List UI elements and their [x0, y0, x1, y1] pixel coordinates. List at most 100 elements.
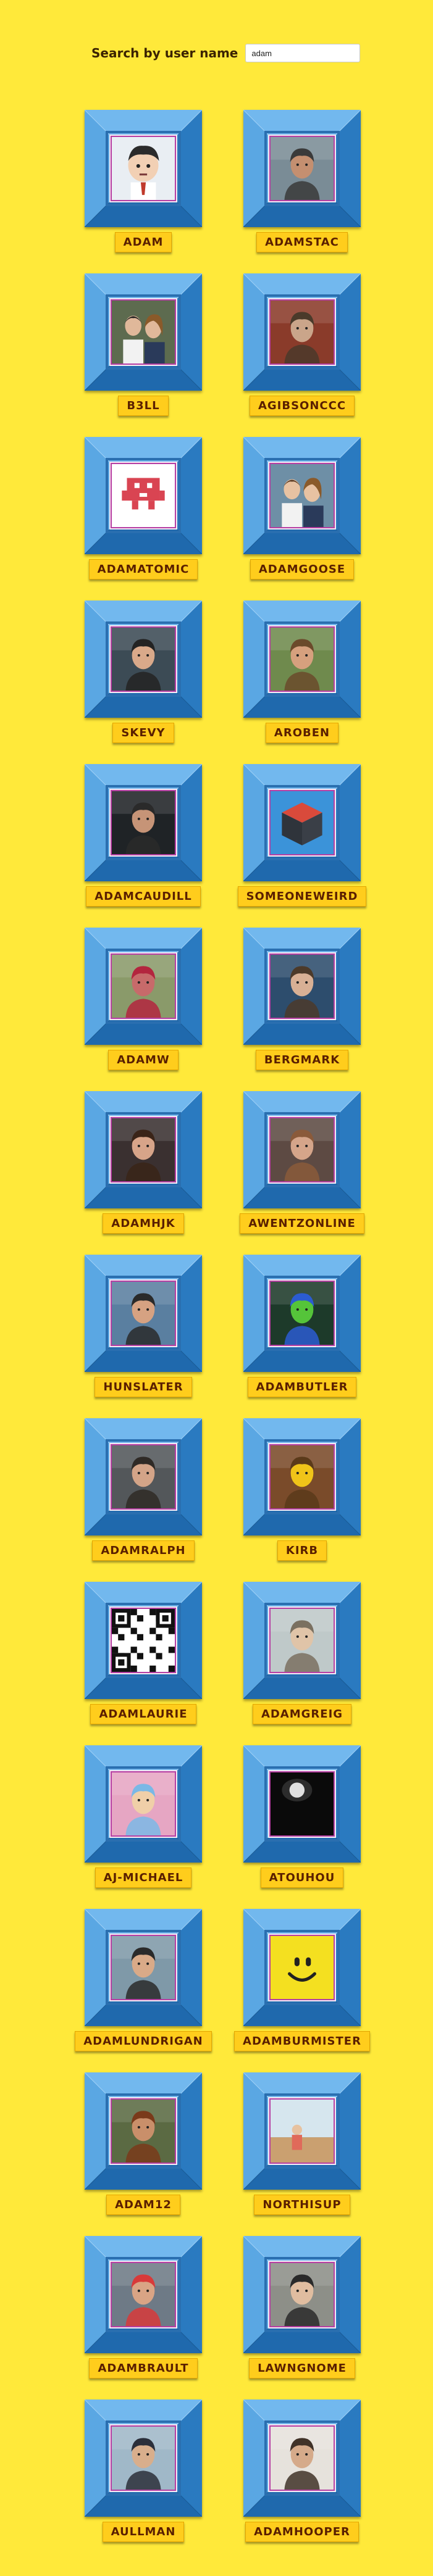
- user-name-label[interactable]: ADAMCAUDILL: [86, 886, 201, 907]
- user-avatar[interactable]: [269, 1771, 335, 1837]
- user-card[interactable]: SOMEONEWEIRD: [233, 764, 375, 928]
- user-card[interactable]: ADAM: [74, 110, 216, 273]
- user-avatar[interactable]: [111, 136, 176, 201]
- user-name-label[interactable]: ADAMHOOPER: [245, 2522, 359, 2542]
- user-avatar[interactable]: [269, 136, 335, 201]
- user-name-label[interactable]: SOMEONEWEIRD: [237, 886, 367, 907]
- user-avatar[interactable]: [111, 1444, 176, 1510]
- user-card[interactable]: ADAMRALPH: [74, 1418, 216, 1582]
- user-avatar[interactable]: [269, 954, 335, 1019]
- user-name-label[interactable]: ADAMATOMIC: [88, 559, 198, 580]
- user-card[interactable]: ADAMLAURIE: [74, 1582, 216, 1745]
- user-name-label[interactable]: AROBEN: [265, 723, 339, 743]
- user-card[interactable]: ADAMBRAULT: [74, 2236, 216, 2399]
- user-card[interactable]: ADAMATOMIC: [74, 437, 216, 600]
- user-name-label[interactable]: AGIBSONCCC: [249, 396, 355, 416]
- name-tag-container: ADAM: [74, 232, 212, 252]
- search-input[interactable]: [245, 44, 361, 62]
- user-name-label[interactable]: ADAMW: [108, 1050, 179, 1070]
- user-name-label[interactable]: ADAMRALPH: [92, 1540, 195, 1561]
- user-name-label[interactable]: ADAMBRAULT: [89, 2358, 198, 2379]
- user-card[interactable]: AWENTZONLINE: [233, 1091, 375, 1255]
- user-card[interactable]: ADAMLUNDRIGAN: [74, 1909, 216, 2072]
- user-avatar[interactable]: [111, 954, 176, 1019]
- user-card[interactable]: NORTHISUP: [233, 2072, 375, 2236]
- user-name-label[interactable]: ATOUHOU: [260, 1868, 344, 1888]
- user-card[interactable]: ATOUHOU: [233, 1745, 375, 1909]
- user-avatar[interactable]: [111, 1935, 176, 2000]
- user-name-label[interactable]: SKEVY: [112, 723, 174, 743]
- user-card[interactable]: KIRB: [233, 1418, 375, 1582]
- user-name-label[interactable]: ADAMSTAC: [256, 232, 348, 252]
- user-card[interactable]: ADAMCAUDILL: [74, 764, 216, 928]
- name-tag-container: ADAMLUNDRIGAN: [74, 2031, 212, 2051]
- user-card[interactable]: AJ-MICHAEL: [74, 1745, 216, 1909]
- user-avatar[interactable]: [111, 1117, 176, 1182]
- user-avatar[interactable]: [111, 2425, 176, 2491]
- user-card[interactable]: ADAMBUTLER: [233, 1255, 375, 1418]
- user-card[interactable]: ADAM12: [74, 2072, 216, 2236]
- name-tag-container: ADAMBURMISTER: [233, 2031, 371, 2051]
- user-avatar[interactable]: [111, 1281, 176, 1346]
- user-avatar[interactable]: [111, 790, 176, 855]
- user-avatar[interactable]: [111, 2098, 176, 2164]
- user-card[interactable]: AGIBSONCCC: [233, 273, 375, 437]
- user-avatar[interactable]: [111, 2262, 176, 2327]
- picture-frame: [243, 2399, 361, 2517]
- user-name-label[interactable]: ADAM: [114, 232, 172, 252]
- picture-frame: [243, 1091, 361, 1208]
- user-avatar[interactable]: [111, 1771, 176, 1837]
- user-avatar[interactable]: [269, 463, 335, 528]
- user-avatar[interactable]: [269, 1444, 335, 1510]
- name-tag-container: HUNSLATER: [74, 1377, 212, 1397]
- user-avatar[interactable]: [269, 299, 335, 365]
- user-avatar[interactable]: [269, 1281, 335, 1346]
- name-tag-container: ADAMRALPH: [74, 1540, 212, 1561]
- user-name-label[interactable]: LAWNGNOME: [249, 2358, 355, 2379]
- user-avatar[interactable]: [111, 1608, 176, 1673]
- user-avatar[interactable]: [269, 1117, 335, 1182]
- user-card[interactable]: ADAMHJK: [74, 1091, 216, 1255]
- user-avatar[interactable]: [269, 790, 335, 855]
- user-name-label[interactable]: AJ-MICHAEL: [95, 1868, 192, 1888]
- user-name-label[interactable]: ADAMLAURIE: [90, 1704, 196, 1724]
- user-card[interactable]: HUNSLATER: [74, 1255, 216, 1418]
- user-avatar[interactable]: [269, 2098, 335, 2164]
- user-name-label[interactable]: ADAMGOOSE: [250, 559, 355, 580]
- user-avatar[interactable]: [111, 299, 176, 365]
- user-name-label[interactable]: HUNSLATER: [95, 1377, 192, 1397]
- user-card[interactable]: AROBEN: [233, 600, 375, 764]
- user-avatar[interactable]: [111, 626, 176, 692]
- user-name-label[interactable]: AWENTZONLINE: [240, 1213, 364, 1234]
- user-name-label[interactable]: ADAMHJK: [103, 1213, 184, 1234]
- user-avatar[interactable]: [269, 2425, 335, 2491]
- user-avatar[interactable]: [269, 2262, 335, 2327]
- user-name-label[interactable]: ADAMLUNDRIGAN: [75, 2031, 212, 2051]
- name-tag-container: ADAMGOOSE: [233, 559, 371, 580]
- user-name-label[interactable]: B3LL: [118, 396, 169, 416]
- user-avatar[interactable]: [269, 626, 335, 692]
- user-name-label[interactable]: KIRB: [277, 1540, 327, 1561]
- name-tag-container: AROBEN: [233, 723, 371, 743]
- user-card[interactable]: BERGMARK: [233, 928, 375, 1091]
- user-card[interactable]: LAWNGNOME: [233, 2236, 375, 2399]
- user-card[interactable]: ADAMBURMISTER: [233, 1909, 375, 2072]
- user-name-label[interactable]: ADAMBURMISTER: [234, 2031, 370, 2051]
- user-name-label[interactable]: AULLMAN: [102, 2522, 185, 2542]
- user-name-label[interactable]: ADAMBUTLER: [247, 1377, 357, 1397]
- user-avatar[interactable]: [111, 463, 176, 528]
- user-card[interactable]: ADAMGREIG: [233, 1582, 375, 1745]
- user-card[interactable]: ADAMW: [74, 928, 216, 1091]
- user-card[interactable]: B3LL: [74, 273, 216, 437]
- user-name-label[interactable]: BERGMARK: [255, 1050, 349, 1070]
- user-name-label[interactable]: NORTHISUP: [254, 2195, 350, 2215]
- user-card[interactable]: AULLMAN: [74, 2399, 216, 2563]
- user-avatar[interactable]: [269, 1608, 335, 1673]
- user-name-label[interactable]: ADAMGREIG: [252, 1704, 352, 1724]
- user-card[interactable]: ADAMGOOSE: [233, 437, 375, 600]
- user-avatar[interactable]: [269, 1935, 335, 2000]
- user-name-label[interactable]: ADAM12: [106, 2195, 180, 2215]
- user-card[interactable]: ADAMSTAC: [233, 110, 375, 273]
- user-card[interactable]: ADAMHOOPER: [233, 2399, 375, 2563]
- user-card[interactable]: SKEVY: [74, 600, 216, 764]
